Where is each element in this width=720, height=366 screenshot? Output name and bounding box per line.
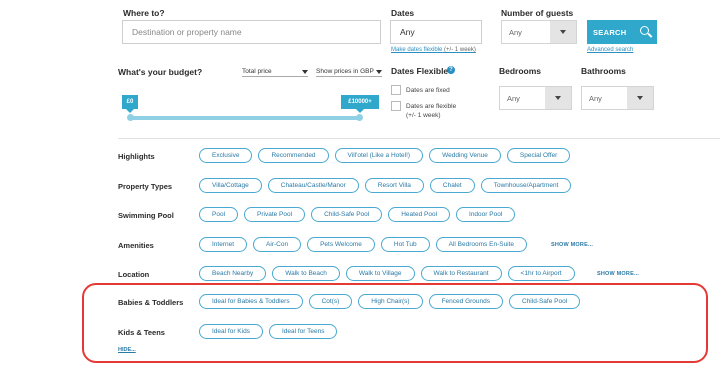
- chevron-down-icon: [376, 69, 382, 74]
- chip-walk-to-beach[interactable]: Walk to Beach: [272, 266, 340, 281]
- price-type-select[interactable]: Total price: [242, 68, 308, 77]
- chip-walk-to-restaurant[interactable]: Walk to Restaurant: [420, 266, 502, 281]
- highlights-label: Highlights: [118, 152, 155, 161]
- chip-pool[interactable]: Pool: [199, 207, 239, 222]
- dates-flexible-label: Dates Flexible?: [391, 66, 454, 76]
- location-show-more-link[interactable]: SHOW MORE...: [597, 271, 639, 277]
- highlight-annotation-box: [82, 283, 708, 363]
- guests-select[interactable]: Any: [501, 20, 577, 44]
- dates-field[interactable]: [390, 20, 482, 44]
- location-label: Location: [118, 270, 150, 279]
- search-button[interactable]: SEARCH: [587, 20, 657, 44]
- chevron-down-icon: [560, 30, 566, 34]
- chip-exclusive[interactable]: Exclusive: [199, 148, 253, 163]
- dates-input[interactable]: [391, 21, 481, 43]
- amenities-label: Amenities: [118, 241, 154, 250]
- budget-max-tag: £10000+: [341, 95, 379, 113]
- dates-flexible-option[interactable]: Dates are flexible (+/- 1 week): [391, 101, 456, 120]
- chip-heated-pool[interactable]: Heated Pool: [388, 207, 451, 222]
- chip-all-bedrooms-en-suite[interactable]: All Bedrooms En-Suite: [435, 237, 528, 252]
- advanced-search-link[interactable]: Advanced search: [587, 47, 633, 53]
- location-chips: Beach Nearby Walk to Beach Walk to Villa…: [199, 266, 581, 281]
- chip-townhouse-apartment[interactable]: Townhouse/Apartment: [480, 178, 572, 193]
- chip-chateau-castle-manor[interactable]: Chateau/Castle/Manor: [267, 178, 359, 193]
- chip-villa-cottage[interactable]: Villa/Cottage: [199, 178, 262, 193]
- chip-beach-nearby[interactable]: Beach Nearby: [199, 266, 267, 281]
- bathrooms-dropdown-arrow[interactable]: [627, 87, 653, 109]
- guests-dropdown-arrow[interactable]: [550, 21, 576, 43]
- dates-fixed-option[interactable]: Dates are fixed: [391, 85, 450, 95]
- bathrooms-value: Any: [589, 93, 602, 103]
- make-dates-flexible-text[interactable]: Make dates flexible: [391, 47, 442, 53]
- bedrooms-label: Bedrooms: [499, 66, 542, 76]
- dates-label: Dates: [391, 8, 415, 18]
- dates-flexible-checkbox[interactable]: [391, 101, 401, 111]
- dates-flexible-line2: (+/- 1 week): [406, 112, 441, 119]
- flexible-note: (+/- 1 week): [444, 47, 476, 53]
- chevron-down-icon: [637, 96, 643, 100]
- dates-flexible-text: Dates are flexible (+/- 1 week): [406, 102, 456, 120]
- amenities-chips: Internet Air-Con Pets Welcome Hot Tub Al…: [199, 237, 533, 252]
- chip-child-safe-pool[interactable]: Child-Safe Pool: [311, 207, 383, 222]
- chip-special-offer[interactable]: Special Offer: [506, 148, 571, 163]
- property-types-chips: Villa/Cottage Chateau/Castle/Manor Resor…: [199, 178, 577, 193]
- bedrooms-dropdown-arrow[interactable]: [545, 87, 571, 109]
- chevron-down-icon: [555, 96, 561, 100]
- bathrooms-select[interactable]: Any: [581, 86, 654, 110]
- chip-recommended[interactable]: Recommended: [258, 148, 329, 163]
- budget-label: What's your budget?: [118, 67, 203, 77]
- budget-slider-min-handle[interactable]: [127, 114, 134, 121]
- dates-flexible-line1: Dates are flexible: [406, 103, 457, 110]
- chip-resort-villa[interactable]: Resort Villa: [364, 178, 424, 193]
- chip-villotel[interactable]: Vill'otel (Like a Hotel!): [334, 148, 424, 163]
- chip-air-con[interactable]: Air-Con: [253, 237, 302, 252]
- chevron-down-icon: [302, 69, 308, 74]
- swimming-pool-chips: Pool Private Pool Child-Safe Pool Heated…: [199, 207, 521, 222]
- bedrooms-select[interactable]: Any: [499, 86, 572, 110]
- destination-input[interactable]: [123, 21, 380, 43]
- bedrooms-value: Any: [507, 93, 520, 103]
- dates-fixed-text: Dates are fixed: [406, 87, 450, 94]
- highlights-chips: Exclusive Recommended Vill'otel (Like a …: [199, 148, 576, 163]
- search-button-label: SEARCH: [593, 27, 627, 37]
- section-divider: [118, 138, 720, 139]
- guests-label: Number of guests: [501, 8, 574, 18]
- chip-chalet[interactable]: Chalet: [429, 178, 475, 193]
- currency-select[interactable]: Show prices in GBP: [316, 68, 382, 77]
- guests-value: Any: [509, 27, 522, 37]
- budget-slider-max-handle[interactable]: [356, 114, 363, 121]
- budget-min-tag: £0: [122, 95, 138, 113]
- make-dates-flexible-link[interactable]: Make dates flexible (+/- 1 week): [391, 47, 476, 53]
- price-type-value: Total price: [242, 68, 272, 75]
- amenities-show-more-link[interactable]: SHOW MORE...: [551, 242, 593, 248]
- info-icon[interactable]: ?: [447, 66, 455, 74]
- budget-slider-track[interactable]: [130, 116, 361, 120]
- bathrooms-label: Bathrooms: [581, 66, 626, 76]
- search-icon: [640, 26, 649, 35]
- property-types-label: Property Types: [118, 182, 173, 191]
- currency-value: Show prices in GBP: [316, 68, 374, 75]
- chip-under-1hr-to-airport[interactable]: <1hr to Airport: [507, 266, 575, 281]
- dates-fixed-checkbox[interactable]: [391, 85, 401, 95]
- chip-hot-tub[interactable]: Hot Tub: [380, 237, 430, 252]
- chip-internet[interactable]: Internet: [199, 237, 248, 252]
- where-label: Where to?: [123, 8, 165, 18]
- chip-walk-to-village[interactable]: Walk to Village: [345, 266, 415, 281]
- chip-pets-welcome[interactable]: Pets Welcome: [307, 237, 375, 252]
- destination-field[interactable]: [122, 20, 381, 44]
- chip-private-pool[interactable]: Private Pool: [244, 207, 306, 222]
- chip-indoor-pool[interactable]: Indoor Pool: [456, 207, 516, 222]
- swimming-pool-label: Swimming Pool: [118, 211, 174, 220]
- chip-wedding-venue[interactable]: Wedding Venue: [429, 148, 501, 163]
